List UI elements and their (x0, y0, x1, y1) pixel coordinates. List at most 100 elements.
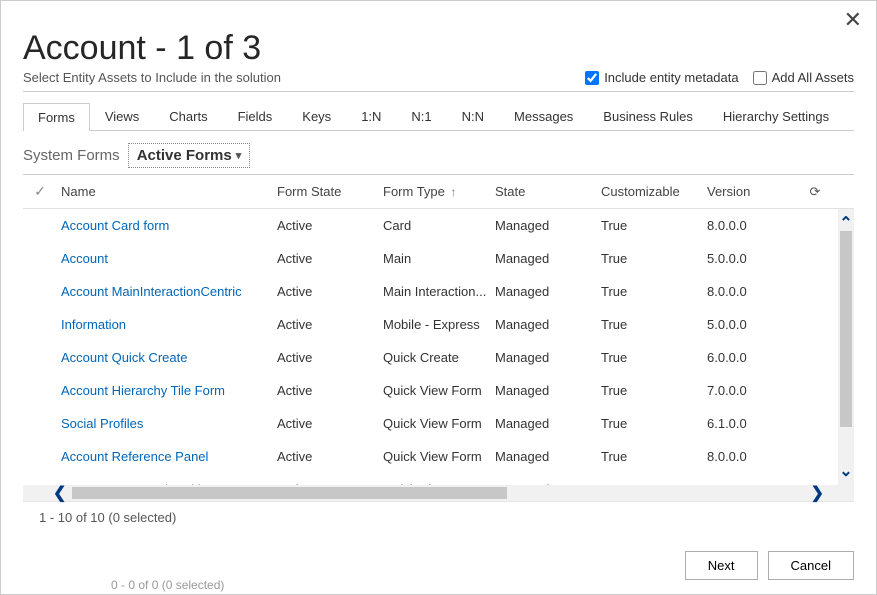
row-form-state: Active (273, 315, 379, 334)
table-row[interactable]: Recent Cases and EntitlementsActiveQuick… (23, 473, 836, 485)
table-row[interactable]: AccountActiveMainManagedTrue5.0.0.0 (23, 242, 836, 275)
row-customizable: True (597, 249, 703, 268)
tab-messages[interactable]: Messages (499, 102, 588, 130)
row-customizable: True (597, 282, 703, 301)
cancel-button[interactable]: Cancel (768, 551, 854, 580)
grid-status: 1 - 10 of 10 (0 selected) (23, 501, 854, 533)
table-row[interactable]: InformationActiveMobile - ExpressManaged… (23, 308, 836, 341)
row-form-type: Main (379, 249, 491, 268)
row-check[interactable] (23, 323, 57, 327)
table-row[interactable]: Account Quick CreateActiveQuick CreateMa… (23, 341, 836, 374)
table-row[interactable]: Social ProfilesActiveQuick View FormMana… (23, 407, 836, 440)
col-form-type-label: Form Type (383, 184, 445, 199)
row-customizable: True (597, 348, 703, 367)
row-name-link[interactable]: Account MainInteractionCentric (57, 282, 273, 301)
table-row[interactable]: Account Card formActiveCardManagedTrue8.… (23, 209, 836, 242)
tab-fields[interactable]: Fields (223, 102, 288, 130)
tab-n-1[interactable]: N:1 (396, 102, 446, 130)
background-status: 0 - 0 of 0 (0 selected) (111, 578, 224, 592)
next-button[interactable]: Next (685, 551, 758, 580)
row-version: 7.0.0.0 (703, 381, 803, 400)
select-all-header[interactable]: ✓ (23, 181, 57, 202)
row-state: Managed (491, 381, 597, 400)
row-check[interactable] (23, 389, 57, 393)
row-form-type: Main Interaction... (379, 282, 491, 301)
dialog-buttons: Next Cancel (685, 551, 854, 580)
refresh-icon[interactable]: ⟳ (803, 182, 827, 202)
table-row[interactable]: Account MainInteractionCentricActiveMain… (23, 275, 836, 308)
row-name-link[interactable]: Information (57, 315, 273, 334)
row-name-link[interactable]: Account Card form (57, 216, 273, 235)
row-version: 8.0.0.0 (703, 282, 803, 301)
row-state: Managed (491, 414, 597, 433)
tab-forms[interactable]: Forms (23, 103, 90, 131)
col-state[interactable]: State (491, 182, 597, 201)
dialog: ✕ Account - 1 of 3 Select Entity Assets … (0, 0, 877, 595)
row-form-state: Active (273, 447, 379, 466)
close-icon[interactable]: ✕ (844, 9, 862, 31)
row-customizable: True (597, 480, 703, 485)
row-check[interactable] (23, 356, 57, 360)
row-check[interactable] (23, 422, 57, 426)
tab-n-n[interactable]: N:N (447, 102, 499, 130)
row-check[interactable] (23, 455, 57, 459)
row-version: 8.0.0.0 (703, 480, 803, 485)
row-form-state: Active (273, 216, 379, 235)
row-form-type: Quick View Form (379, 414, 491, 433)
col-form-state[interactable]: Form State (273, 182, 379, 201)
row-check[interactable] (23, 257, 57, 261)
col-customizable[interactable]: Customizable (597, 182, 703, 201)
page-title: Account - 1 of 3 (23, 29, 854, 68)
row-name-link[interactable]: Account Reference Panel (57, 447, 273, 466)
vertical-scrollbar[interactable]: ⌃ ⌄ (838, 209, 854, 485)
filter-dropdown[interactable]: Active Forms ▾ (128, 143, 251, 168)
row-name-link[interactable]: Recent Cases and Entitlements (57, 480, 273, 485)
row-state: Managed (491, 348, 597, 367)
row-customizable: True (597, 315, 703, 334)
row-form-state: Active (273, 414, 379, 433)
tab-views[interactable]: Views (90, 102, 154, 130)
subtitle-row: Select Entity Assets to Include in the s… (23, 70, 854, 92)
scroll-left-icon[interactable]: ❮ (53, 483, 66, 503)
add-all-assets-checkbox[interactable] (753, 71, 767, 85)
vscroll-thumb[interactable] (840, 231, 852, 427)
hscroll-track[interactable] (72, 487, 804, 499)
add-all-assets-text: Add All Assets (772, 70, 854, 85)
row-state: Managed (491, 447, 597, 466)
include-metadata-checkbox[interactable] (585, 71, 599, 85)
row-state: Managed (491, 315, 597, 334)
col-version[interactable]: Version (703, 182, 803, 201)
row-customizable: True (597, 447, 703, 466)
filter-row: System Forms Active Forms ▾ (23, 143, 854, 168)
row-state: Managed (491, 249, 597, 268)
tab-1-n[interactable]: 1:N (346, 102, 396, 130)
scroll-down-icon[interactable]: ⌄ (839, 457, 852, 485)
tab-hierarchy-settings[interactable]: Hierarchy Settings (708, 102, 844, 130)
row-name-link[interactable]: Account (57, 249, 273, 268)
horizontal-scrollbar[interactable]: ❮ ❯ (23, 485, 854, 501)
include-metadata-text: Include entity metadata (604, 70, 738, 85)
row-version: 6.1.0.0 (703, 414, 803, 433)
table-row[interactable]: Account Hierarchy Tile FormActiveQuick V… (23, 374, 836, 407)
row-name-link[interactable]: Account Quick Create (57, 348, 273, 367)
hscroll-thumb[interactable] (72, 487, 507, 499)
row-form-state: Active (273, 381, 379, 400)
col-form-type[interactable]: Form Type ↑ (379, 182, 491, 201)
row-customizable: True (597, 216, 703, 235)
row-check[interactable] (23, 224, 57, 228)
sort-asc-icon: ↑ (451, 185, 457, 199)
filter-value: Active Forms (137, 147, 232, 164)
col-name[interactable]: Name (57, 182, 273, 201)
tab-keys[interactable]: Keys (287, 102, 346, 130)
grid-header: ✓ Name Form State Form Type ↑ State Cust… (23, 175, 854, 209)
table-row[interactable]: Account Reference PanelActiveQuick View … (23, 440, 836, 473)
tab-business-rules[interactable]: Business Rules (588, 102, 708, 130)
row-name-link[interactable]: Social Profiles (57, 414, 273, 433)
add-all-assets-label[interactable]: Add All Assets (753, 70, 854, 85)
scroll-right-icon[interactable]: ❯ (811, 483, 824, 503)
tabstrip: FormsViewsChartsFieldsKeys1:NN:1N:NMessa… (23, 102, 854, 131)
include-metadata-label[interactable]: Include entity metadata (585, 70, 738, 85)
row-name-link[interactable]: Account Hierarchy Tile Form (57, 381, 273, 400)
row-check[interactable] (23, 290, 57, 294)
tab-charts[interactable]: Charts (154, 102, 222, 130)
